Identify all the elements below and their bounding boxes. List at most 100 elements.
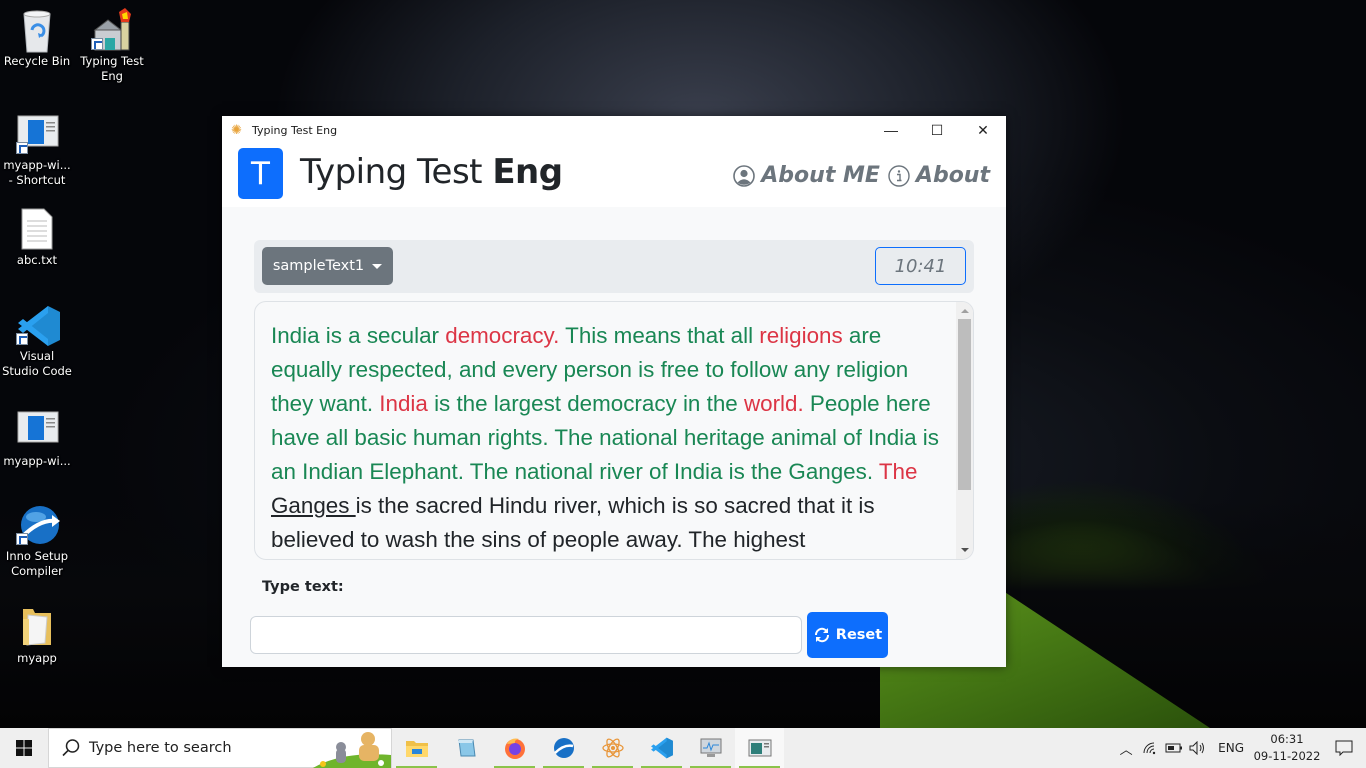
battery-button[interactable] bbox=[1162, 743, 1186, 753]
minimize-icon: — bbox=[884, 122, 898, 138]
reset-button[interactable]: Reset bbox=[807, 612, 888, 658]
passage-segment-wrong: democracy. bbox=[445, 323, 560, 348]
shortcut-arrow-icon bbox=[16, 533, 28, 545]
desktop-icon-typing-test[interactable]: Typing Test Eng bbox=[75, 8, 149, 84]
recycle-bin-icon bbox=[16, 8, 58, 53]
desktop-icon-label: Inno Setup Compiler bbox=[5, 549, 69, 578]
folder-icon bbox=[16, 605, 58, 647]
taskbar-performance-monitor[interactable] bbox=[686, 728, 735, 768]
app-window-icon bbox=[748, 739, 771, 757]
taskbar-vscode[interactable] bbox=[637, 728, 686, 768]
passage-segment-correct: is the largest democracy in the bbox=[427, 391, 744, 416]
search-highlight-pets-icon bbox=[312, 732, 391, 768]
taskbar-file-explorer[interactable] bbox=[392, 728, 441, 768]
passage-box: India is a secular democracy. This means… bbox=[254, 301, 974, 560]
taskbar-inno-setup[interactable] bbox=[539, 728, 588, 768]
atom-app-icon: ✺ bbox=[231, 122, 242, 137]
performance-monitor-icon bbox=[700, 738, 721, 757]
typing-input[interactable] bbox=[250, 616, 802, 654]
minimize-button[interactable]: — bbox=[868, 116, 914, 144]
typing-test-window: ✺ Typing Test Eng — ☐ ✕ T Typing Test En… bbox=[222, 116, 1006, 667]
windows-logo-icon bbox=[16, 740, 32, 756]
start-button[interactable] bbox=[0, 728, 48, 768]
vscode-icon bbox=[650, 737, 673, 759]
desktop-icon-label: Typing Test Eng bbox=[80, 54, 144, 83]
shortcut-arrow-icon bbox=[91, 38, 103, 50]
passage-segment-wrong: world. bbox=[743, 391, 804, 416]
reset-label: Reset bbox=[835, 627, 883, 643]
nav-link-about-me[interactable]: About ME bbox=[733, 163, 880, 188]
passage-segment-wrong: The bbox=[878, 459, 918, 484]
person-circle-icon bbox=[733, 164, 756, 187]
desktop-icon-label: myapp-wi... - Shortcut bbox=[3, 158, 71, 187]
desktop-icon-myapp-window[interactable]: myapp-wi... bbox=[0, 408, 74, 469]
firefox-icon bbox=[504, 738, 525, 759]
passage-segment-current: Ganges bbox=[271, 493, 356, 518]
chevron-up-icon: ︿ bbox=[1119, 741, 1133, 757]
desktop-icon-label: myapp bbox=[17, 651, 57, 665]
brand-regular-text: Typing Test bbox=[300, 152, 493, 192]
passage-text: India is a secular democracy. This means… bbox=[255, 302, 973, 557]
test-toolbar: sampleText1 10:41 bbox=[254, 240, 974, 293]
vscode-icon bbox=[16, 303, 60, 346]
passage-segment-wrong: India bbox=[379, 391, 428, 416]
app-header: T Typing Test Eng About ME About bbox=[222, 144, 1006, 207]
search-placeholder: Type here to search bbox=[89, 740, 232, 756]
close-icon: ✕ bbox=[977, 121, 989, 138]
taskbar-clock[interactable]: 06:31 09-11-2022 bbox=[1252, 731, 1322, 765]
show-hidden-icons-button[interactable]: ︿ bbox=[1114, 739, 1138, 758]
clock-time: 06:31 bbox=[1270, 732, 1304, 746]
inno-setup-icon bbox=[553, 738, 574, 758]
scroll-up-icon[interactable] bbox=[961, 309, 969, 313]
passage-segment-correct: This means that all bbox=[559, 323, 760, 348]
shortcut-arrow-icon bbox=[16, 333, 28, 345]
action-center-button[interactable] bbox=[1322, 740, 1366, 756]
desktop-icon-label: Recycle Bin bbox=[3, 54, 71, 68]
main-content: sampleText1 10:41 India is a secular dem… bbox=[254, 240, 974, 560]
timer-display: 10:41 bbox=[875, 247, 966, 285]
desktop-icon-abc-txt[interactable]: abc.txt bbox=[0, 207, 74, 268]
app-brand-title: Typing Test Eng bbox=[300, 152, 563, 192]
scroll-down-icon[interactable] bbox=[961, 548, 969, 552]
desktop-icon-myapp-shortcut[interactable]: myapp-wi... - Shortcut bbox=[0, 112, 74, 188]
input-language-indicator[interactable]: ENG bbox=[1218, 741, 1244, 755]
app-window-icon bbox=[16, 408, 59, 450]
desktop-icon-inno-setup[interactable]: Inno Setup Compiler bbox=[0, 503, 74, 579]
clock-date: 09-11-2022 bbox=[1253, 749, 1321, 763]
desktop-icon-label: myapp-wi... bbox=[3, 454, 71, 468]
sample-text-dropdown[interactable]: sampleText1 bbox=[262, 247, 393, 285]
maximize-icon: ☐ bbox=[930, 121, 944, 138]
close-button[interactable]: ✕ bbox=[960, 116, 1006, 144]
passage-scrollbar[interactable] bbox=[956, 302, 973, 559]
text-file-icon bbox=[16, 207, 58, 250]
taskbar-atom[interactable] bbox=[588, 728, 637, 768]
search-icon bbox=[62, 739, 80, 757]
taskbar-typing-test[interactable] bbox=[735, 728, 784, 768]
passage-segment-pending: is the sacred Hindu river, which is so s… bbox=[271, 493, 875, 552]
header-nav: About ME About bbox=[733, 163, 990, 188]
desktop-icon-vscode[interactable]: Visual Studio Code bbox=[0, 303, 74, 379]
taskbar-notepad[interactable] bbox=[441, 728, 490, 768]
passage-segment-wrong: religions bbox=[759, 323, 843, 348]
window-titlebar[interactable]: ✺ Typing Test Eng — ☐ ✕ bbox=[222, 116, 1006, 144]
volume-button[interactable] bbox=[1186, 741, 1210, 755]
speaker-icon bbox=[1189, 741, 1205, 755]
wifi-icon bbox=[1143, 742, 1156, 755]
system-tray: ︿ ENG 06:31 09-11-2022 bbox=[1114, 728, 1366, 768]
caret-down-icon bbox=[372, 263, 383, 269]
maximize-button[interactable]: ☐ bbox=[914, 116, 960, 144]
taskbar-firefox[interactable] bbox=[490, 728, 539, 768]
taskbar-search-box[interactable]: Type here to search bbox=[48, 728, 392, 768]
battery-icon bbox=[1165, 743, 1183, 753]
nav-label: About ME bbox=[761, 163, 880, 188]
window-title: Typing Test Eng bbox=[252, 123, 338, 137]
desktop-icon-recycle-bin[interactable]: Recycle Bin bbox=[0, 8, 74, 69]
desktop-icon-myapp-folder[interactable]: myapp bbox=[0, 605, 74, 666]
nav-link-about[interactable]: About bbox=[888, 163, 990, 188]
info-circle-icon bbox=[888, 164, 910, 187]
app-logo: T bbox=[238, 148, 283, 199]
network-button[interactable] bbox=[1138, 741, 1162, 755]
shortcut-arrow-icon bbox=[16, 142, 28, 154]
scrollbar-thumb[interactable] bbox=[958, 319, 971, 490]
refresh-icon bbox=[814, 627, 829, 643]
